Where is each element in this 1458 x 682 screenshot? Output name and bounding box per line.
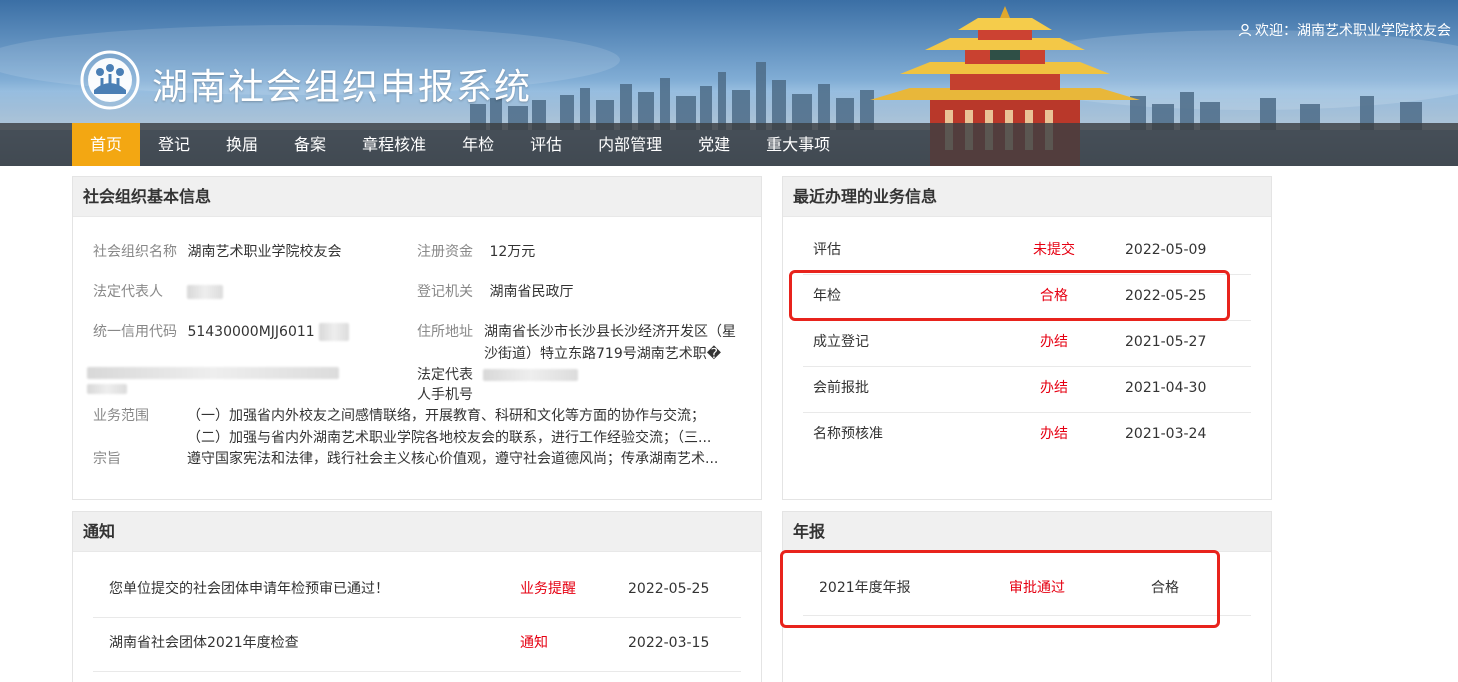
scope-line-1: （一）加强省内外校友之间感情联络，开展教育、科研和文化等方面的协作与交流； (187, 408, 705, 424)
list-item[interactable]: 湖南省社会团体2021年度检查 通知 2022-03-15 (93, 618, 741, 672)
credit-code-field: 统一信用代码 51430000MJJ6011 (93, 321, 350, 341)
redacted-block-left (87, 365, 339, 381)
nav-item-annual-inspection[interactable]: 年检 (444, 123, 512, 166)
notice-list: 您单位提交的社会团体申请年检预审已通过！ 业务提醒 2022-05-25 湖南省… (93, 564, 741, 672)
notice-panel: 通知 您单位提交的社会团体申请年检预审已通过！ 业务提醒 2022-05-25 … (72, 511, 762, 682)
system-title: 湖南社会组织申报系统 (152, 67, 533, 108)
nav-item-home[interactable]: 首页 (72, 123, 141, 166)
table-row[interactable]: 2021年度年报 审批通过 合格 (803, 564, 1251, 616)
org-name-label: 社会组织名称 (93, 244, 177, 260)
welcome-message: 欢迎：湖南艺术职业学院校友会 (1238, 20, 1451, 40)
notice-title: 通知 (73, 512, 761, 552)
nav-item-filing[interactable]: 备案 (276, 123, 344, 166)
basic-info-title: 社会组织基本信息 (73, 177, 761, 217)
recent-business-title: 最近办理的业务信息 (783, 177, 1271, 217)
scope-line-2: （二）加强与省内外湖南艺术职业学院各地校友会的联系，进行工作经验交流；（三... (187, 430, 712, 446)
nav-item-party-building[interactable]: 党建 (680, 123, 748, 166)
nav-item-evaluation[interactable]: 评估 (512, 123, 580, 166)
org-name-value: 湖南艺术职业学院校友会 (187, 244, 342, 260)
address-field: 住所地址 (417, 321, 473, 341)
redacted-block-left-2 (87, 381, 127, 397)
authority-label: 登记机关 (417, 284, 473, 300)
legal-rep-label: 法定代表人 (93, 284, 163, 300)
credit-code-label: 统一信用代码 (93, 324, 177, 340)
basic-info-panel: 社会组织基本信息 社会组织名称 湖南艺术职业学院校友会 注册资金 12万元 法定… (72, 176, 762, 500)
org-logo-icon (80, 50, 140, 110)
capital-value: 12万元 (489, 244, 536, 260)
nav-item-charter-approval[interactable]: 章程核准 (344, 123, 444, 166)
legal-phone-redacted (483, 367, 578, 383)
purpose-label: 宗旨 (93, 451, 121, 467)
credit-code-redacted (319, 323, 350, 341)
annual-report-panel: 年报 2021年度年报 审批通过 合格 (782, 511, 1272, 682)
purpose-value: 遵守国家宪法和法律，践行社会主义核心价值观，遵守社会道德风尚；传承湖南艺术... (187, 451, 719, 467)
annual-report-title: 年报 (783, 512, 1271, 552)
list-item[interactable]: 会前报批 办结 2021-04-30 (803, 367, 1251, 413)
nav-item-reelection[interactable]: 换届 (208, 123, 276, 166)
header-banner: 欢迎：湖南艺术职业学院校友会 湖南社会组织申报系统 首页 登记 换届 备案 章程… (0, 0, 1458, 166)
authority-field: 登记机关 湖南省民政厅 (417, 281, 573, 301)
capital-label: 注册资金 (417, 244, 473, 260)
list-item[interactable]: 年检 合格 2022-05-25 (803, 275, 1251, 321)
address-line-1: 湖南省长沙市长沙县长沙经济开发区（星 (484, 324, 736, 340)
credit-code-value: 51430000MJJ6011 (187, 324, 315, 340)
org-name-field: 社会组织名称 湖南艺术职业学院校友会 (93, 241, 341, 261)
user-icon (1238, 23, 1252, 37)
capital-field: 注册资金 12万元 (417, 241, 535, 261)
scope-label: 业务范围 (93, 408, 149, 424)
nav-item-major-events[interactable]: 重大事项 (748, 123, 848, 166)
authority-value: 湖南省民政厅 (489, 284, 574, 300)
legal-phone-label-1: 法定代表 (417, 367, 473, 383)
list-item[interactable]: 名称预核准 办结 2021-03-24 (803, 413, 1251, 459)
nav-item-internal-management[interactable]: 内部管理 (580, 123, 680, 166)
list-item[interactable]: 成立登记 办结 2021-05-27 (803, 321, 1251, 367)
list-item[interactable]: 您单位提交的社会团体申请年检预审已通过！ 业务提醒 2022-05-25 (93, 564, 741, 618)
address-label: 住所地址 (417, 324, 473, 340)
legal-rep-redacted (187, 285, 224, 299)
recent-business-list: 评估 未提交 2022-05-09 年检 合格 2022-05-25 成立登记 … (803, 229, 1251, 459)
nav-item-register[interactable]: 登记 (140, 123, 208, 166)
recent-business-panel: 最近办理的业务信息 评估 未提交 2022-05-09 年检 合格 2022-0… (782, 176, 1272, 500)
address-line-2: 沙街道）特立东路719号湖南艺术职� (484, 346, 722, 362)
main-nav: 首页 登记 换届 备案 章程核准 年检 评估 内部管理 党建 重大事项 (0, 123, 1458, 166)
welcome-text: 欢迎：湖南艺术职业学院校友会 (1255, 23, 1451, 39)
legal-phone-label-2: 人手机号 (417, 387, 473, 403)
legal-rep-field: 法定代表人 (93, 281, 224, 301)
list-item[interactable]: 评估 未提交 2022-05-09 (803, 229, 1251, 275)
